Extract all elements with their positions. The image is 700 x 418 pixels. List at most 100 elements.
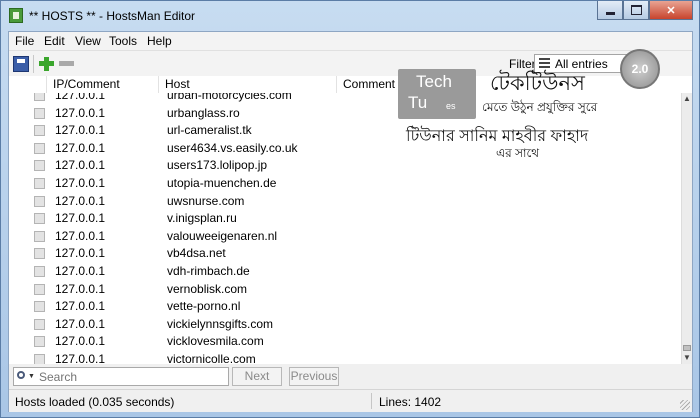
row-ip: 127.0.0.1 (55, 93, 106, 102)
scroll-down-icon[interactable]: ▼ (682, 352, 692, 364)
row-ip: 127.0.0.1 (55, 316, 106, 331)
watermark-author-suffix: এর সাথে (496, 146, 540, 160)
row-checkbox[interactable] (34, 301, 45, 313)
menu-view[interactable]: View (75, 34, 101, 48)
row-host: utopia-muenchen.de (167, 176, 277, 190)
status-divider (371, 393, 372, 409)
save-icon[interactable] (13, 56, 29, 72)
row-ip: 127.0.0.1 (55, 176, 106, 190)
next-button[interactable]: Next (232, 367, 282, 386)
row-host: victornicolle.com (167, 352, 256, 364)
row-ip: 127.0.0.1 (55, 123, 106, 138)
row-checkbox[interactable] (34, 318, 45, 330)
table-row[interactable]: 127.0.0.1 utopia-muenchen.de (9, 175, 681, 193)
previous-button[interactable]: Previous (289, 367, 339, 386)
table-row[interactable]: 127.0.0.1 vernoblisk.com (9, 281, 681, 299)
menu-help[interactable]: Help (147, 34, 172, 48)
row-ip: 127.0.0.1 (55, 228, 106, 243)
table-row[interactable]: 127.0.0.1 v.inigsplan.ru (9, 210, 681, 228)
table-row[interactable]: 127.0.0.1 vickielynnsgifts.com (9, 316, 681, 334)
table-row[interactable]: 127.0.0.1 vdh-rimbach.de (9, 263, 681, 281)
maximize-icon (630, 5, 642, 15)
row-host: users173.lolipop.jp (167, 158, 268, 173)
menu-tools[interactable]: Tools (109, 34, 137, 48)
vertical-scrollbar[interactable]: ▲ ▼ (681, 93, 692, 364)
row-host: vb4dsa.net (167, 246, 226, 261)
row-ip: 127.0.0.1 (55, 281, 106, 296)
menu-file[interactable]: File (15, 34, 34, 48)
row-checkbox[interactable] (34, 266, 45, 277)
row-checkbox[interactable] (34, 107, 45, 119)
row-ip: 127.0.0.1 (55, 140, 106, 155)
search-bar: ▼ Next Previous (9, 366, 692, 388)
watermark-overlay: Tech Tu es 2.0 টেকটিউনস মেতে উঠুন প্রযুক… (398, 49, 668, 169)
row-checkbox[interactable] (34, 248, 45, 260)
minimize-icon (605, 11, 615, 15)
search-icon[interactable] (17, 371, 25, 379)
row-host: urbanglass.ro (167, 105, 240, 120)
minimize-button[interactable] (597, 1, 623, 20)
watermark-title: টেকটিউনস (490, 72, 585, 95)
row-ip: 127.0.0.1 (55, 299, 106, 314)
table-row[interactable]: 127.0.0.1 uwsnurse.com (9, 193, 681, 211)
chevron-down-icon[interactable]: ▼ (28, 373, 35, 380)
row-checkbox[interactable] (34, 93, 45, 101)
row-host: v.inigsplan.ru (167, 211, 237, 226)
row-host: vdh-rimbach.de (167, 264, 250, 278)
header-ip-comment[interactable]: IP/Comment (47, 76, 159, 93)
row-host: uwsnurse.com (167, 193, 245, 208)
title-bar[interactable]: ** HOSTS ** - HostsMan Editor ✕ (1, 1, 699, 31)
table-row[interactable]: 127.0.0.1 vb4dsa.net (9, 245, 681, 263)
row-checkbox[interactable] (34, 283, 45, 295)
scroll-thumb[interactable] (683, 345, 691, 351)
row-checkbox[interactable] (34, 336, 45, 348)
row-checkbox[interactable] (34, 142, 45, 154)
table-row[interactable]: 127.0.0.1 vicklovesmila.com (9, 333, 681, 351)
row-host: vette-porno.nl (167, 299, 241, 314)
row-ip: 127.0.0.1 (55, 264, 106, 278)
row-ip: 127.0.0.1 (55, 352, 106, 364)
menu-edit[interactable]: Edit (44, 34, 65, 48)
line-count: Lines: 1402 (379, 395, 442, 409)
row-ip: 127.0.0.1 (55, 211, 106, 226)
row-checkbox[interactable] (34, 354, 45, 364)
version-badge: 2.0 (620, 49, 660, 89)
row-ip: 127.0.0.1 (55, 334, 106, 349)
row-host: user4634.vs.easily.co.uk (167, 140, 298, 155)
maximize-button[interactable] (623, 1, 649, 20)
resize-grip-icon[interactable] (680, 400, 690, 410)
toolbar-divider (33, 55, 34, 73)
row-checkbox[interactable] (34, 213, 45, 225)
table-row[interactable]: 127.0.0.1 vette-porno.nl (9, 298, 681, 316)
scroll-up-icon[interactable]: ▲ (682, 93, 692, 105)
search-box[interactable]: ▼ (13, 367, 229, 386)
row-host: vickielynnsgifts.com (167, 316, 274, 331)
row-ip: 127.0.0.1 (55, 158, 106, 173)
status-bar: Hosts loaded (0.035 seconds) Lines: 1402 (9, 389, 692, 412)
row-ip: 127.0.0.1 (55, 246, 106, 261)
row-checkbox[interactable] (34, 230, 45, 242)
row-checkbox[interactable] (34, 160, 45, 172)
table-row[interactable]: 127.0.0.1 victornicolle.com (9, 351, 681, 364)
row-checkbox[interactable] (34, 178, 45, 189)
menu-bar: File Edit View Tools Help (9, 32, 692, 50)
table-row[interactable]: 127.0.0.1 valouweeigenaren.nl (9, 228, 681, 246)
row-host: urban-motorcycles.com (167, 93, 292, 102)
techtunes-logo: Tech Tu es (398, 69, 476, 119)
close-button[interactable]: ✕ (649, 1, 693, 20)
row-host: vicklovesmila.com (167, 334, 264, 349)
watermark-tagline: মেতে উঠুন প্রযুক্তির সুরে (482, 100, 598, 114)
search-input[interactable] (39, 369, 225, 384)
header-checkbox-column[interactable] (9, 76, 47, 93)
remove-entry-icon[interactable] (59, 56, 75, 72)
row-ip: 127.0.0.1 (55, 105, 106, 120)
row-checkbox[interactable] (34, 195, 45, 207)
row-checkbox[interactable] (34, 125, 45, 137)
row-ip: 127.0.0.1 (55, 193, 106, 208)
row-host: valouweeigenaren.nl (167, 228, 278, 243)
close-icon: ✕ (666, 4, 676, 17)
row-host: vernoblisk.com (167, 281, 248, 296)
app-window: ** HOSTS ** - HostsMan Editor ✕ File Edi… (0, 0, 700, 418)
header-host[interactable]: Host (159, 76, 337, 93)
add-entry-icon[interactable] (39, 56, 55, 72)
